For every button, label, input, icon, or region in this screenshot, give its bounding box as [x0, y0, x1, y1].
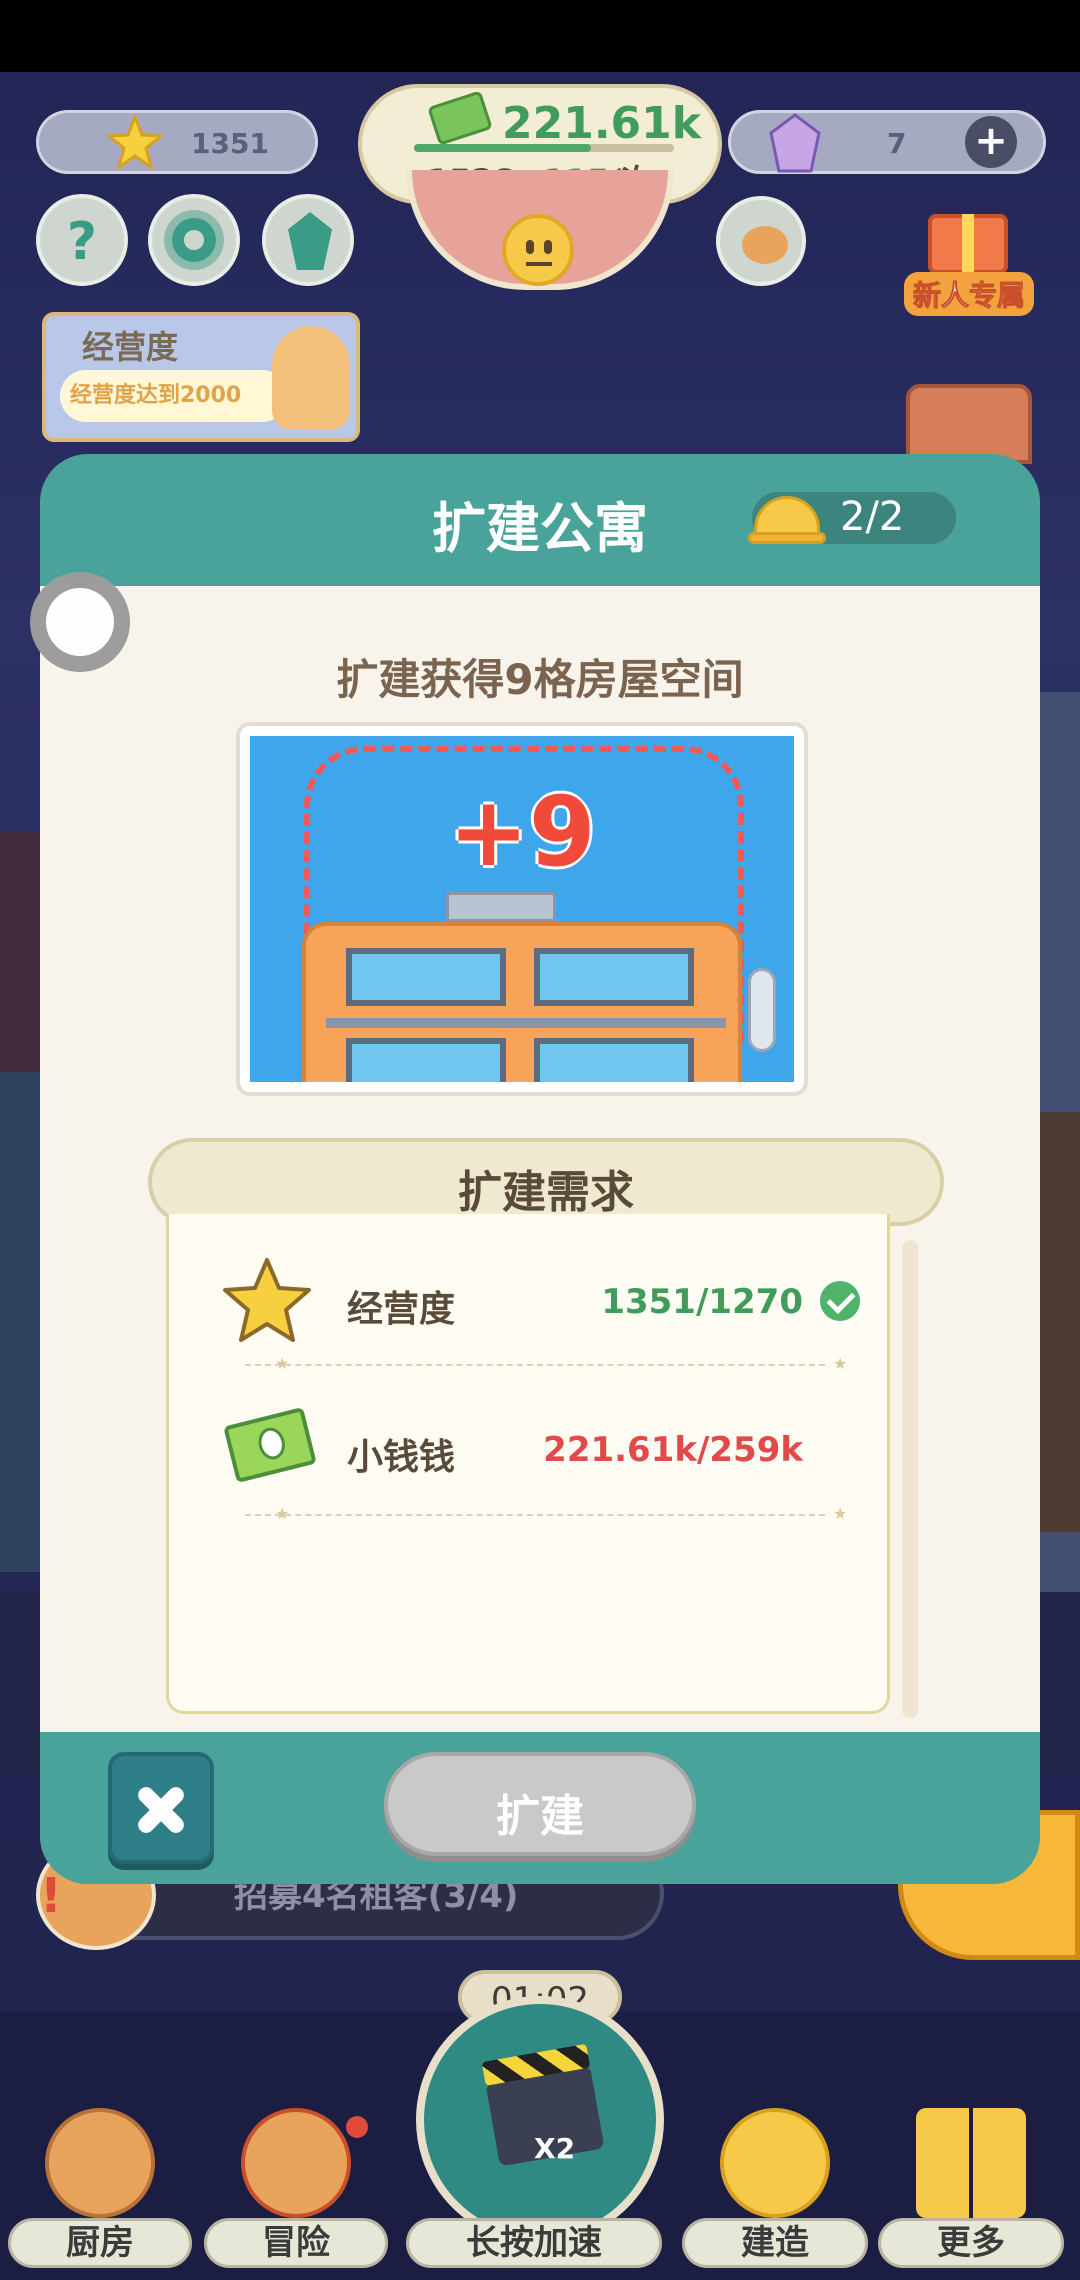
- requirements-title: 扩建需求: [458, 1167, 634, 1218]
- hardhat-icon: [748, 490, 826, 546]
- requirement-row-business: 经营度 1351/1270: [169, 1254, 893, 1354]
- dialog-body: 扩建获得9格房屋空间 +9 扩建需求 经营度 1351/1270 ★ ★ 小钱钱…: [40, 586, 1040, 1732]
- nav-build-label: 建造: [682, 2218, 868, 2268]
- nav-more[interactable]: 更多: [878, 2108, 1064, 2280]
- expand-button[interactable]: 扩建: [384, 1752, 696, 1856]
- expansion-bonus: +9: [448, 776, 596, 888]
- close-button[interactable]: [108, 1752, 214, 1864]
- grid-icon: [916, 2108, 1026, 2218]
- money-bill-icon: [427, 90, 493, 146]
- check-icon: [817, 1278, 863, 1324]
- shop-icon[interactable]: [906, 384, 1032, 464]
- business-task-card[interactable]: 经营度 经营度达到2000: [42, 312, 360, 442]
- expansion-preview-image: +9: [236, 722, 808, 1096]
- status-bar: [0, 0, 1080, 72]
- cat-profile-button[interactable]: [716, 196, 806, 286]
- business-title: 经营度: [82, 328, 179, 366]
- new-player-gift-button[interactable]: 新人专属: [904, 188, 1034, 322]
- new-player-label: 新人专属: [904, 272, 1034, 316]
- expand-description: 扩建获得9格房屋空间: [336, 655, 744, 704]
- star-icon: [223, 1258, 311, 1342]
- star-icon: [105, 113, 165, 171]
- requirements-header: 扩建需求: [148, 1138, 944, 1226]
- worker-count: 2/2: [840, 494, 905, 540]
- burger-icon: [45, 2108, 155, 2218]
- nav-speed-up[interactable]: 长按加速: [406, 2108, 662, 2280]
- floating-assist-ring[interactable]: [30, 572, 130, 672]
- requirements-list: 经营度 1351/1270 ★ ★ 小钱钱 221.61k/259k ★ ★: [166, 1214, 890, 1714]
- settings-button[interactable]: [148, 194, 240, 286]
- star-count: 1351: [191, 127, 269, 160]
- nav-adventure[interactable]: 冒险: [204, 2108, 388, 2280]
- add-gems-button[interactable]: +: [965, 116, 1017, 168]
- crystal-icon: [288, 212, 332, 270]
- nav-kitchen-label: 厨房: [8, 2218, 192, 2268]
- question-icon: ?: [66, 212, 98, 272]
- apartment-building-icon: [302, 892, 742, 1082]
- gem-counter: 7 +: [728, 110, 1046, 174]
- dialog-footer: 扩建: [40, 1732, 1040, 1884]
- builder-icon: [720, 2108, 830, 2218]
- money-bill-icon: [223, 1406, 317, 1484]
- help-button[interactable]: ?: [36, 194, 128, 286]
- expand-apartment-dialog: 扩建公寓 2/2 扩建获得9格房屋空间 +9 扩建需求 经营度 1351/127…: [40, 454, 1040, 1884]
- adventure-cat-icon: [241, 2108, 351, 2218]
- scrollbar[interactable]: [902, 1240, 918, 1718]
- money-progress: [414, 144, 674, 152]
- requirement-amount: 221.61k/259k: [543, 1430, 803, 1470]
- business-task: 经营度达到2000: [60, 370, 288, 422]
- requirement-row-money: 小钱钱 221.61k/259k: [169, 1402, 893, 1502]
- money-amount: 221.61k: [502, 98, 702, 149]
- expand-button-label: 扩建: [496, 1791, 584, 1842]
- gear-icon: [172, 218, 216, 262]
- satellite-dish-icon: [748, 968, 776, 1052]
- gem-icon: [769, 113, 821, 173]
- cat-icon: [742, 226, 788, 264]
- requirement-label: 经营度: [347, 1289, 456, 1330]
- nav-build[interactable]: 建造: [682, 2108, 868, 2280]
- requirement-amount: 1351/1270: [601, 1282, 803, 1322]
- requirement-label: 小钱钱: [347, 1437, 456, 1478]
- nav-more-label: 更多: [878, 2218, 1064, 2268]
- nav-adventure-label: 冒险: [204, 2218, 388, 2268]
- cat-mascot-icon: [272, 326, 350, 430]
- nav-speed-label: 长按加速: [406, 2218, 662, 2268]
- notification-dot: [346, 2116, 368, 2138]
- neutral-face-icon[interactable]: [502, 214, 574, 286]
- star-counter: 1351: [36, 110, 318, 174]
- nav-kitchen[interactable]: 厨房: [8, 2108, 192, 2280]
- gem-count: 7: [887, 127, 907, 160]
- crystal-button[interactable]: [262, 194, 354, 286]
